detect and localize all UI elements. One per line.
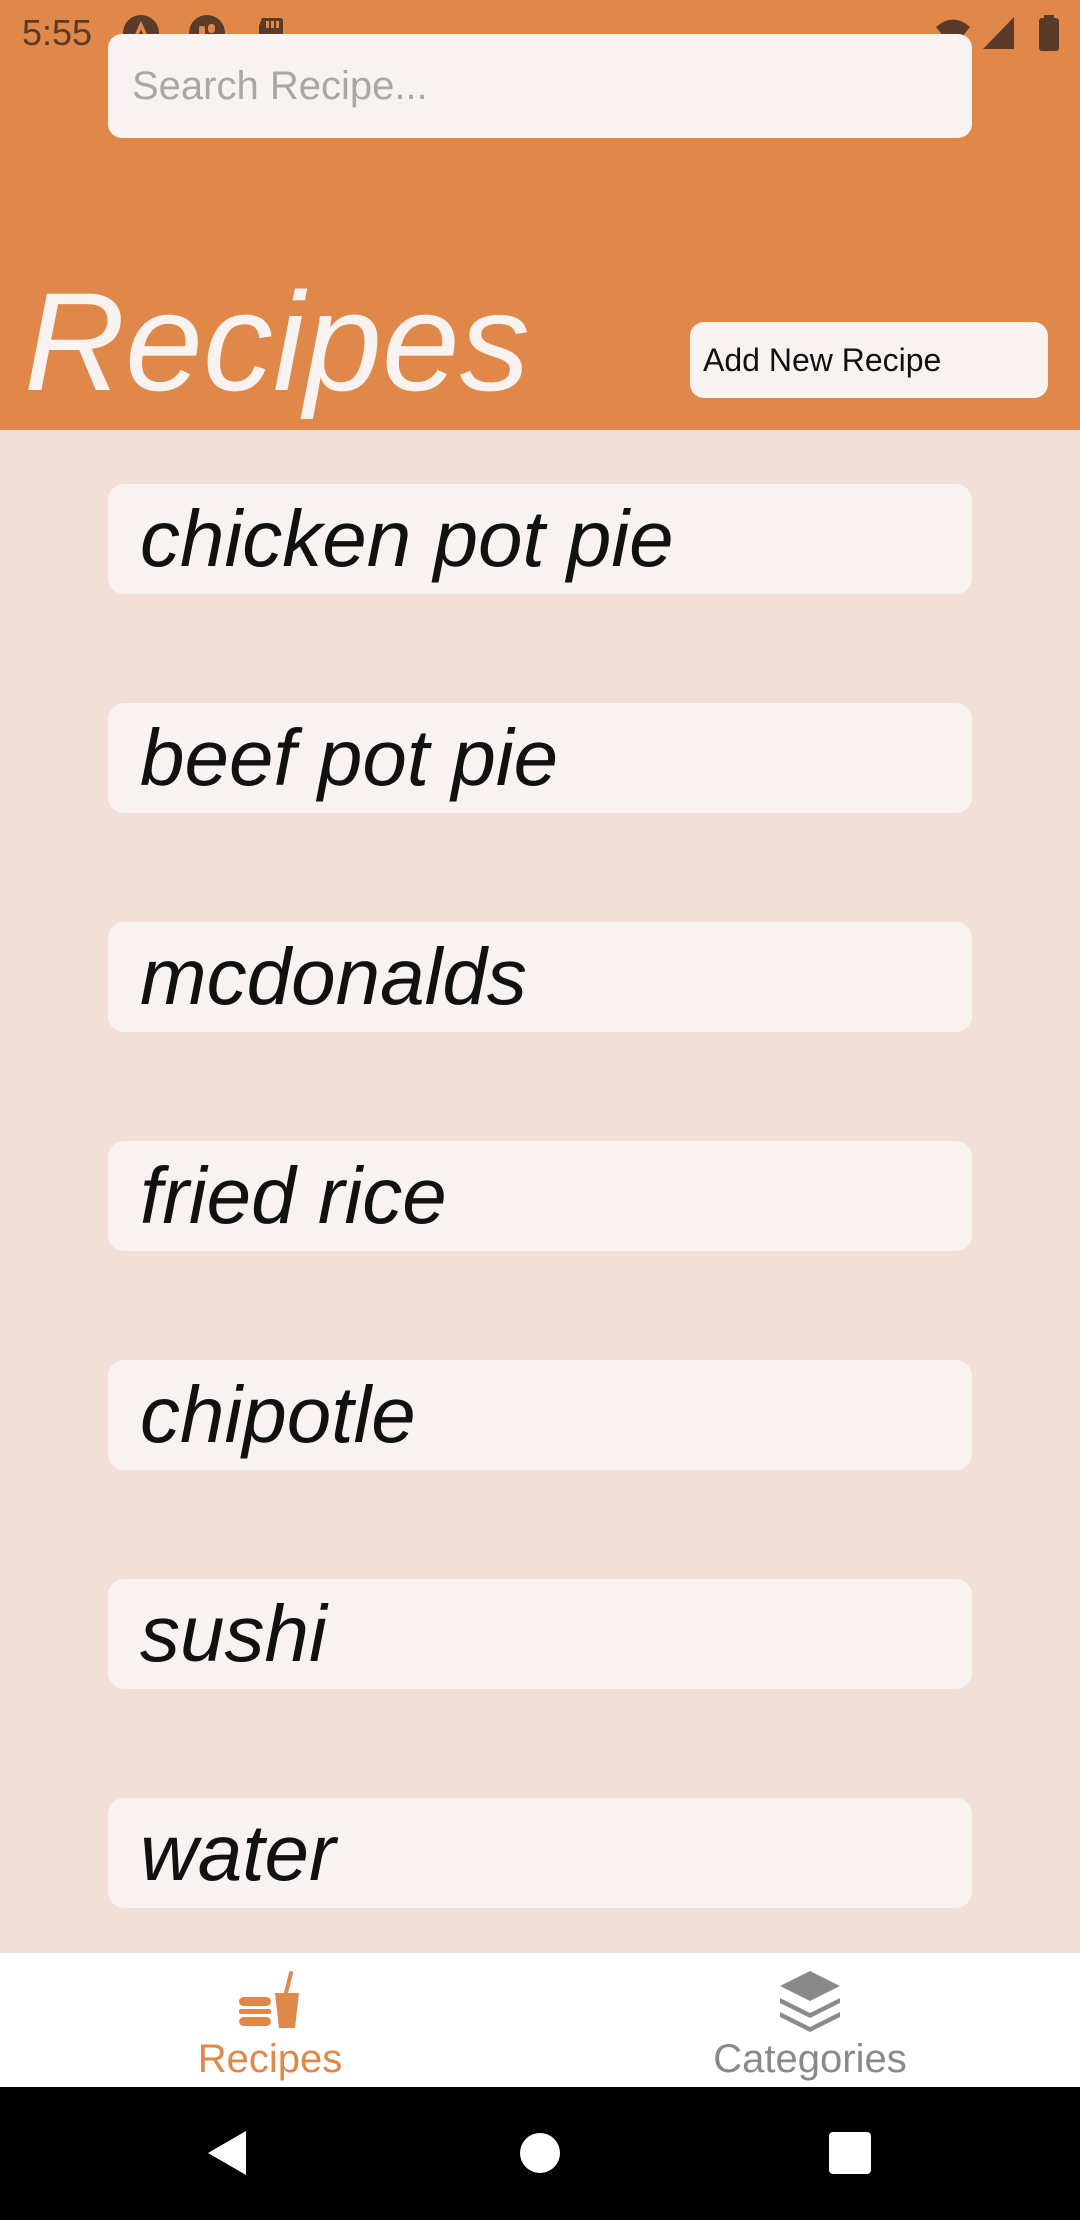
search-input[interactable] (130, 62, 954, 110)
recipe-item-label: water (140, 1808, 336, 1897)
add-new-recipe-button[interactable]: Add New Recipe (690, 322, 1048, 398)
battery-icon (1039, 15, 1059, 51)
recipe-item-label: chipotle (140, 1370, 416, 1459)
tab-recipes-label: Recipes (197, 2037, 343, 2081)
bottom-navigation: Recipes Categories (0, 1952, 1080, 2088)
recipe-item-label: chicken pot pie (140, 494, 674, 583)
food-drink-icon (239, 1971, 299, 2028)
layers-icon (780, 1971, 840, 2032)
recent-apps-icon[interactable] (814, 2117, 886, 2189)
app-header: 5:55 Recipes Add New Recip (0, 0, 1080, 430)
tab-categories-label: Categories (713, 2037, 907, 2081)
recipe-item-label: mcdonalds (140, 932, 527, 1021)
cellular-signal-icon (983, 17, 1014, 49)
recipe-item[interactable]: chicken pot pie (108, 484, 972, 594)
recipe-item[interactable]: sushi (108, 1579, 972, 1689)
status-time: 5:55 (22, 12, 93, 53)
system-navigation-bar (0, 2087, 1080, 2220)
recipe-item[interactable]: chipotle (108, 1360, 972, 1470)
recipe-item[interactable]: mcdonalds (108, 922, 972, 1032)
recipe-item[interactable]: fried rice (108, 1141, 972, 1251)
tab-recipes[interactable]: Recipes (0, 1953, 540, 2088)
back-icon[interactable] (190, 2117, 262, 2189)
page-title: Recipes (24, 263, 530, 420)
recipe-item-label: sushi (140, 1589, 327, 1678)
search-box[interactable] (108, 34, 972, 138)
recipe-item-label: fried rice (140, 1151, 447, 1240)
home-icon[interactable] (504, 2117, 576, 2189)
recipe-item[interactable]: beef pot pie (108, 703, 972, 813)
tab-categories[interactable]: Categories (540, 1953, 1080, 2088)
recipe-item[interactable]: water (108, 1798, 972, 1908)
recipe-item-label: beef pot pie (140, 713, 559, 802)
